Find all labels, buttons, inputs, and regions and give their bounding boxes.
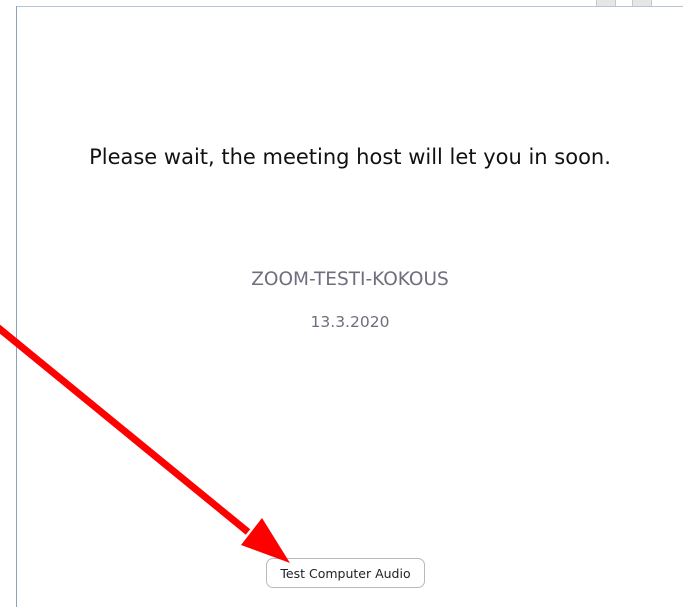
- waiting-message: Please wait, the meeting host will let y…: [89, 145, 611, 169]
- window-top-edge: [16, 0, 683, 7]
- window-control-button[interactable]: [632, 0, 652, 6]
- meeting-title: ZOOM-TESTI-KOKOUS: [251, 269, 449, 290]
- meeting-date: 13.3.2020: [310, 313, 390, 331]
- waiting-room-panel: Please wait, the meeting host will let y…: [17, 7, 683, 607]
- test-computer-audio-button[interactable]: Test Computer Audio: [266, 558, 425, 588]
- screenshot-stage: Please wait, the meeting host will let y…: [0, 0, 683, 607]
- window-control-button[interactable]: [596, 0, 616, 6]
